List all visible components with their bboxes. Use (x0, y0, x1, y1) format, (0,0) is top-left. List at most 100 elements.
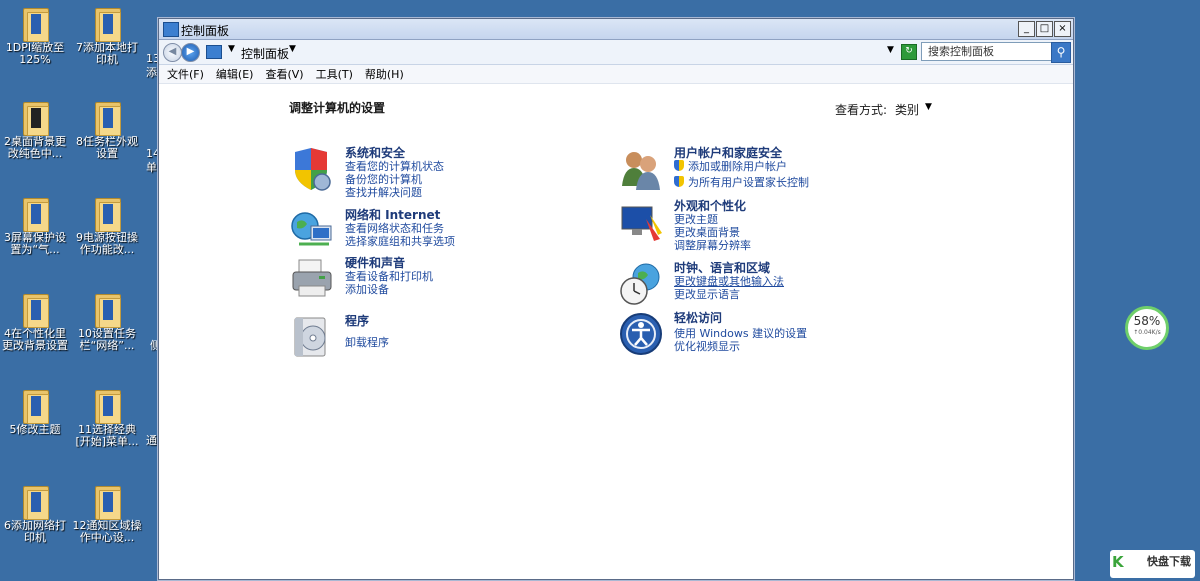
desktop-icon[interactable]: 8任务栏外观设置 (72, 100, 142, 160)
shield-icon[interactable] (289, 146, 335, 192)
chevron-down-icon[interactable]: ▼ (925, 102, 932, 112)
watermark-logo: K 快盘下载 (1110, 550, 1195, 578)
network-globe-icon[interactable] (289, 208, 335, 254)
desktop-icon[interactable]: 10设置任务栏“网络”... (72, 292, 142, 352)
logo-text: 快盘下载 (1147, 555, 1191, 568)
network-speed-widget[interactable]: 58% ↑0.04K/s (1125, 306, 1169, 350)
desktop-icon[interactable]: 4在个性化里更改背景设置 (0, 292, 70, 352)
partial-desktop-label: 添 (146, 66, 157, 79)
menu-tools[interactable]: 工具(T) (316, 66, 353, 82)
category-title[interactable]: 轻松访问 (674, 311, 807, 325)
category-link[interactable]: 查找并解决问题 (345, 186, 444, 199)
address-bar: ◀ ▶ ▼ 控制面板 ▼ ▼ ↻ 搜索控制面板 ⚲ (159, 40, 1073, 65)
folder-icon (93, 196, 121, 232)
category-link[interactable]: 调整屏幕分辨率 (674, 239, 751, 252)
desktop-icon[interactable]: 9电源按钮操作功能改... (72, 196, 142, 256)
folder-icon (93, 484, 121, 520)
partial-desktop-label: 单 (146, 161, 157, 174)
view-by-dropdown[interactable]: 类别 (895, 101, 919, 118)
monitor-icon[interactable] (618, 199, 664, 245)
category-link[interactable]: 使用 Windows 建议的设置 (674, 327, 807, 340)
address-dropdown-icon[interactable]: ▼ (887, 45, 894, 55)
menu-help[interactable]: 帮助(H) (365, 66, 404, 82)
category-link[interactable]: 查看网络状态和任务 (345, 222, 455, 235)
category-title[interactable]: 时钟、语言和区域 (674, 261, 784, 275)
desktop-icon[interactable]: 1DPI缩放至125% (0, 6, 70, 66)
desktop-icon-label: 3屏幕保护设置为“气... (4, 231, 66, 256)
usage-percent: 58% (1133, 314, 1161, 328)
folder-icon (93, 100, 121, 136)
category-link[interactable]: 卸载程序 (345, 336, 389, 349)
desktop-icon-label: 5修改主题 (9, 423, 61, 436)
forward-button[interactable]: ▶ (181, 43, 200, 62)
category-link[interactable]: 优化视频显示 (674, 340, 807, 353)
menu-file[interactable]: 文件(F) (167, 66, 204, 82)
category-link[interactable]: 备份您的计算机 (345, 173, 444, 186)
desktop-icon-label: 8任务栏外观设置 (76, 135, 138, 160)
folder-icon (21, 6, 49, 42)
category-link[interactable]: 添加设备 (345, 283, 433, 296)
menu-bar: 文件(F) 编辑(E) 查看(V) 工具(T) 帮助(H) (159, 65, 1073, 84)
search-icon[interactable]: ⚲ (1051, 42, 1071, 63)
maximize-button[interactable]: □ (1036, 21, 1053, 37)
category-link[interactable]: 更改主题 (674, 213, 751, 226)
chevron-down-icon[interactable]: ▼ (228, 44, 235, 54)
category-link[interactable]: 为所有用户设置家长控制 (674, 176, 809, 189)
page-title: 调整计算机的设置 (289, 101, 386, 115)
category-title[interactable]: 程序 (345, 314, 389, 328)
desktop-icon-label: 6添加网络打印机 (4, 519, 66, 544)
view-by-label: 查看方式: (835, 103, 888, 117)
minimize-button[interactable]: _ (1018, 21, 1035, 37)
folder-icon (21, 484, 49, 520)
window-title: 控制面板 (181, 24, 230, 38)
desktop-icon[interactable]: 12通知区域操作中心设... (72, 484, 142, 544)
folder-icon (93, 292, 121, 328)
folder-icon (21, 388, 49, 424)
clock-globe-icon[interactable] (618, 261, 664, 307)
menu-edit[interactable]: 编辑(E) (216, 66, 254, 82)
refresh-icon[interactable]: ↻ (901, 44, 917, 60)
content-area: 调整计算机的设置 查看方式: 类别 ▼ 系统和安全 查看您的计算机状态 备份您的… (159, 84, 1073, 580)
users-icon[interactable] (618, 146, 664, 192)
upload-speed: ↑0.04K/s (1133, 329, 1161, 336)
title-bar[interactable]: 控制面板 _ □ × (159, 19, 1073, 40)
category-link[interactable]: 更改桌面背景 (674, 226, 751, 239)
partial-desktop-label: 通 (146, 434, 157, 447)
control-panel-icon (163, 22, 179, 37)
breadcrumb[interactable]: 控制面板 (241, 45, 289, 62)
category-title[interactable]: 硬件和声音 (345, 256, 433, 270)
category-title[interactable]: 系统和安全 (345, 146, 444, 160)
desktop-icon-label: 10设置任务栏“网络”... (78, 327, 136, 352)
desktop-icon-label: 1DPI缩放至125% (5, 41, 65, 66)
category-link[interactable]: 选择家庭组和共享选项 (345, 235, 455, 248)
folder-icon (93, 6, 121, 42)
back-button[interactable]: ◀ (163, 43, 182, 62)
folder-icon (93, 388, 121, 424)
control-panel-icon (206, 45, 222, 59)
desktop-icon-label: 12通知区域操作中心设... (72, 519, 142, 544)
folder-icon (21, 292, 49, 328)
printer-icon[interactable] (289, 256, 335, 302)
uac-shield-icon (674, 176, 684, 187)
desktop-icon[interactable]: 2桌面背景更改纯色中... (0, 100, 70, 160)
category-link[interactable]: 添加或删除用户帐户 (674, 160, 809, 173)
control-panel-window: 控制面板 _ □ × ◀ ▶ ▼ 控制面板 ▼ ▼ ↻ 搜索控制面板 ⚲ 文件(… (158, 18, 1074, 580)
menu-view[interactable]: 查看(V) (265, 66, 303, 82)
desktop-icon[interactable]: 11选择经典[开始]菜单... (72, 388, 142, 448)
category-link[interactable]: 查看您的计算机状态 (345, 160, 444, 173)
category-link[interactable]: 查看设备和打印机 (345, 270, 433, 283)
category-link[interactable]: 更改显示语言 (674, 288, 784, 301)
search-input[interactable]: 搜索控制面板 (921, 42, 1059, 61)
category-link[interactable]: 更改键盘或其他输入法 (674, 275, 784, 288)
chevron-down-icon[interactable]: ▼ (289, 44, 296, 54)
desktop-icon[interactable]: 3屏幕保护设置为“气... (0, 196, 70, 256)
category-title[interactable]: 网络和 Internet (345, 208, 455, 222)
desktop-icon[interactable]: 7添加本地打印机 (72, 6, 142, 66)
desktop-icon[interactable]: 5修改主题 (0, 388, 70, 436)
accessibility-icon[interactable] (618, 311, 664, 357)
category-title[interactable]: 外观和个性化 (674, 199, 751, 213)
programs-icon[interactable] (289, 314, 335, 360)
category-title[interactable]: 用户帐户和家庭安全 (674, 146, 809, 160)
desktop-icon[interactable]: 6添加网络打印机 (0, 484, 70, 544)
close-button[interactable]: × (1054, 21, 1071, 37)
